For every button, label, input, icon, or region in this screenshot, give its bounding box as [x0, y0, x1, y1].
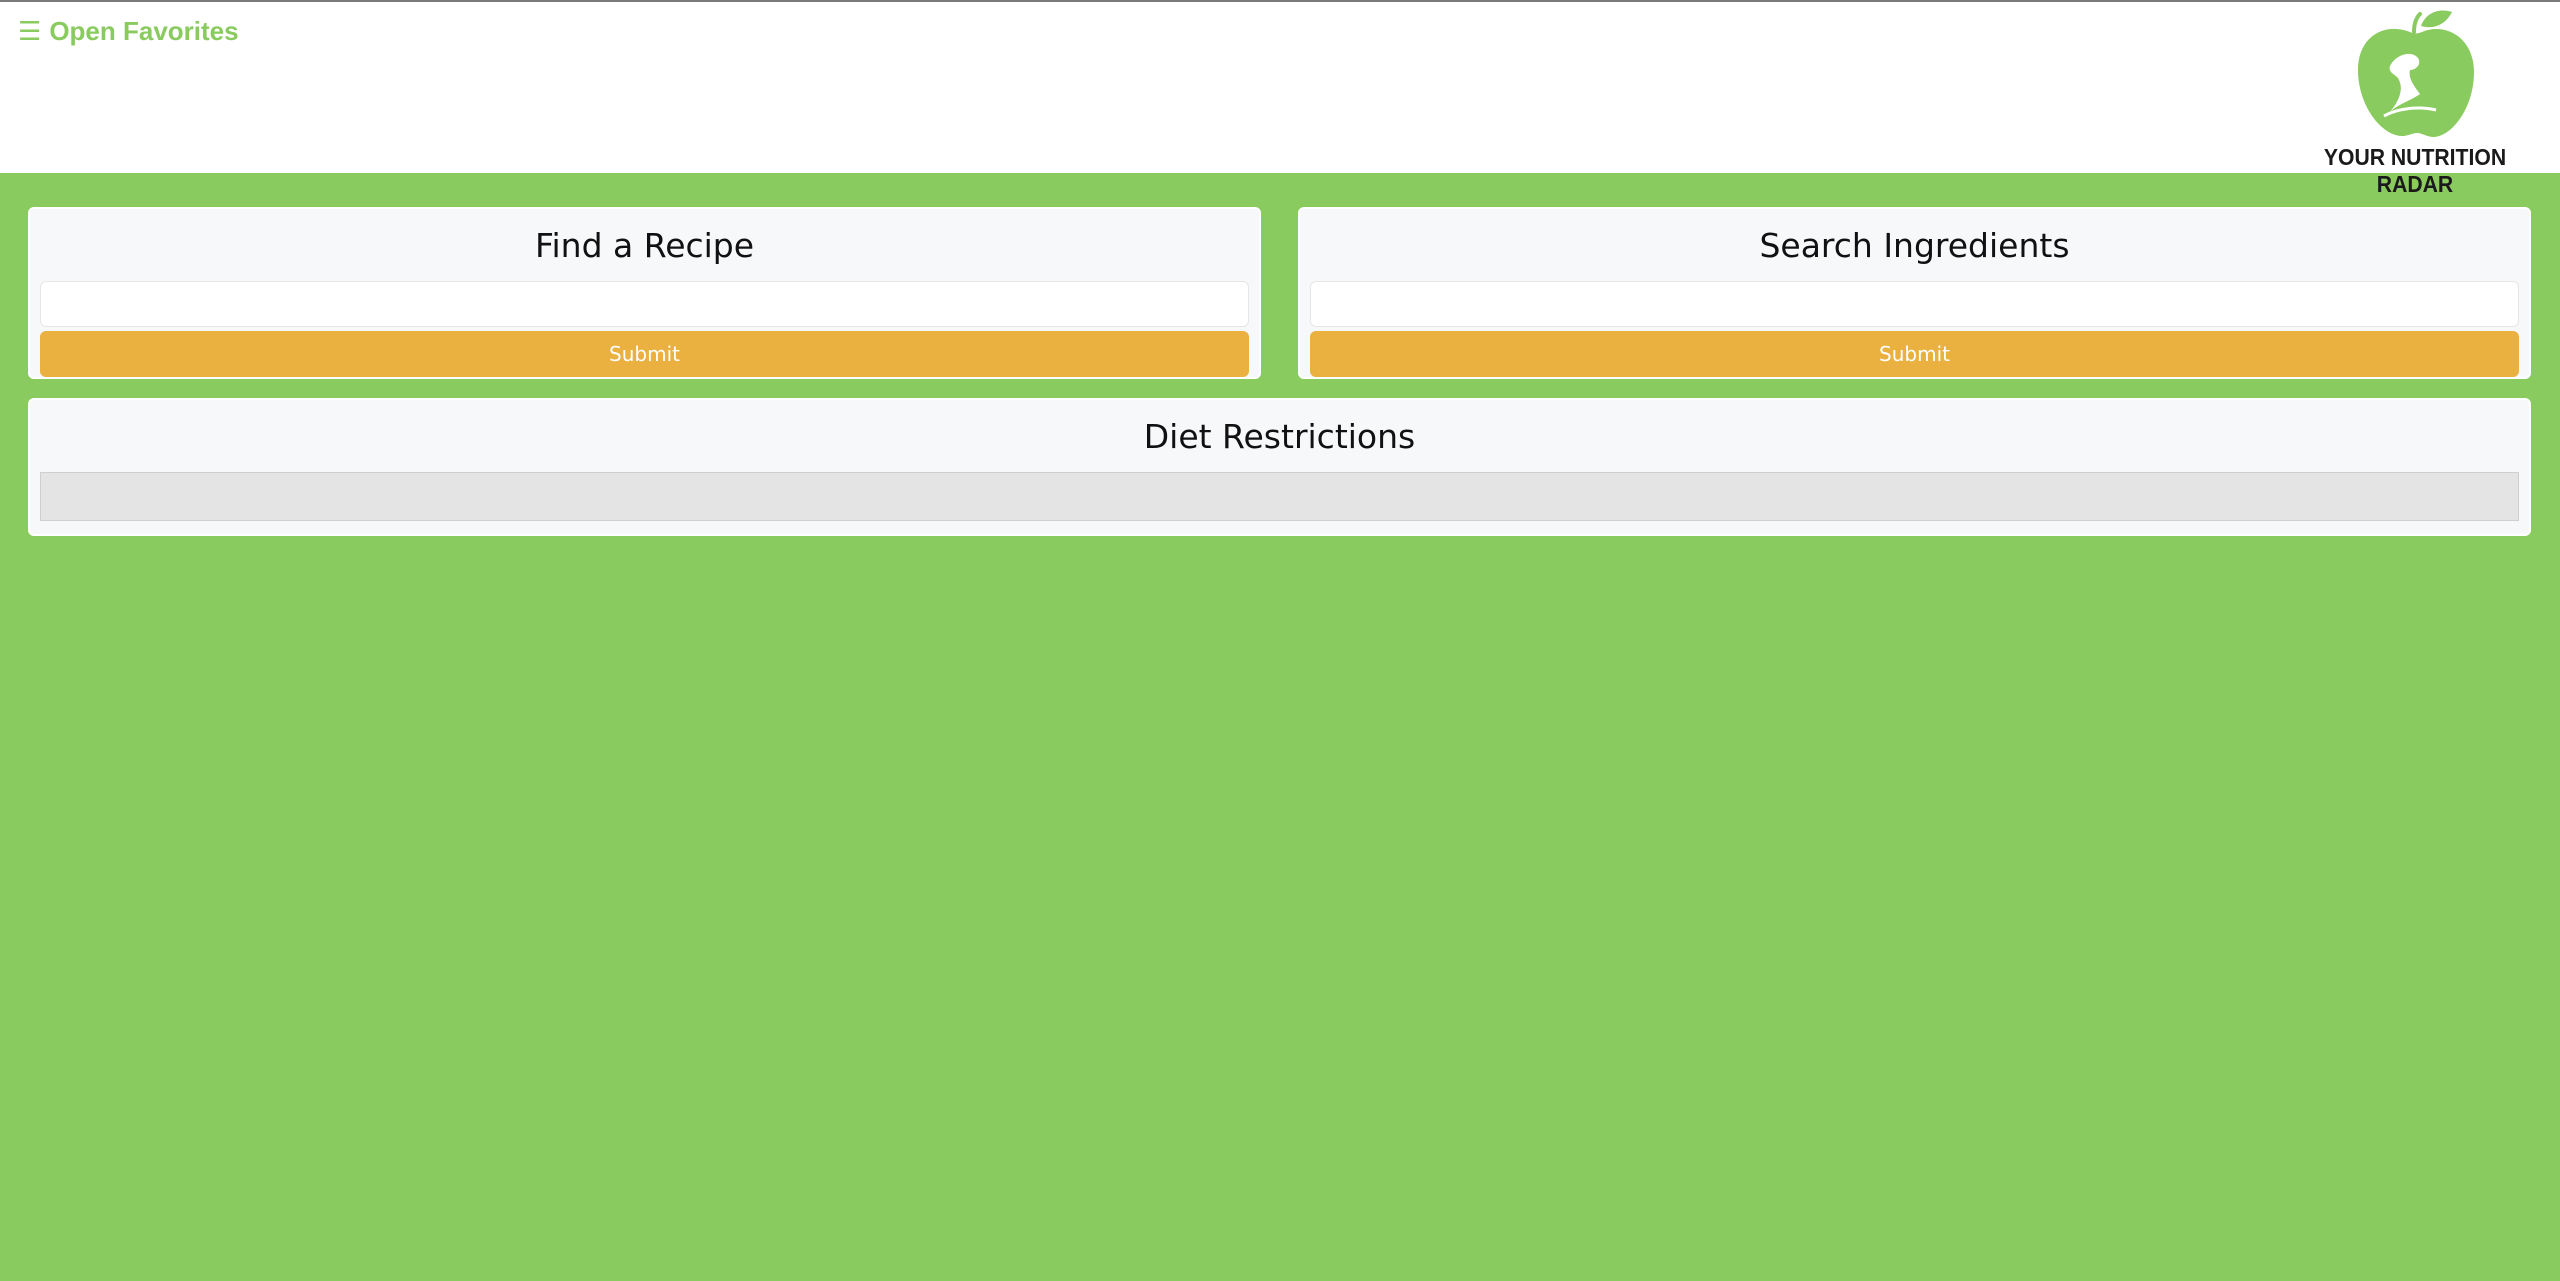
diet-restrictions-card: Diet Restrictions [28, 398, 2531, 536]
ingredients-submit-button[interactable]: Submit [1310, 331, 2519, 377]
logo-text: YOUR NUTRITION RADAR [2323, 144, 2507, 197]
apple-bicep-icon [2358, 10, 2474, 138]
hamburger-menu-icon: ☰ [18, 16, 42, 46]
find-recipe-title: Find a Recipe [534, 226, 755, 265]
diet-restrictions-title: Diet Restrictions [1143, 417, 1416, 456]
diet-restrictions-list[interactable] [40, 472, 2519, 521]
search-ingredients-title: Search Ingredients [1759, 226, 2070, 265]
search-ingredients-card: Search Ingredients Submit [1298, 207, 2531, 379]
brand-logo: YOUR NUTRITION RADAR [2290, 8, 2540, 197]
find-recipe-card: Find a Recipe Submit [28, 207, 1261, 379]
ingredients-search-input[interactable] [1310, 281, 2519, 327]
open-favorites-button[interactable]: ☰ Open Favorites [18, 16, 239, 47]
recipe-submit-button[interactable]: Submit [40, 331, 1249, 377]
open-favorites-label: Open Favorites [49, 16, 239, 46]
recipe-search-input[interactable] [40, 281, 1249, 327]
top-header: ☰ Open Favorites YOUR NUTRITION RADAR [0, 0, 2560, 197]
